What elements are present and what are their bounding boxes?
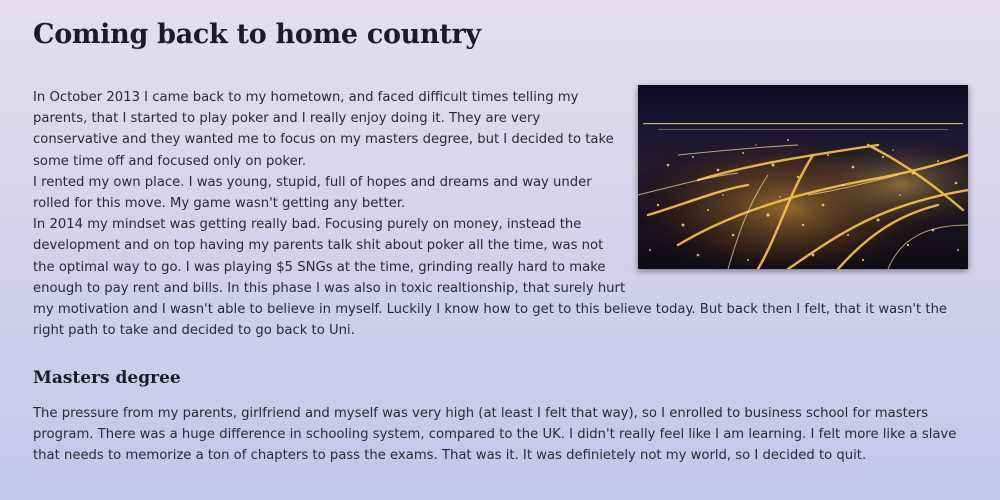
city-night-photo bbox=[638, 85, 968, 269]
blog-page: Coming back to home country In October 2… bbox=[0, 0, 1000, 500]
page-title: Coming back to home country bbox=[33, 19, 481, 50]
section-heading: Masters degree bbox=[33, 368, 181, 388]
article-body: In October 2013 I came back to my hometo… bbox=[33, 85, 968, 341]
section-paragraph: The pressure from my parents, girlfriend… bbox=[33, 406, 957, 464]
